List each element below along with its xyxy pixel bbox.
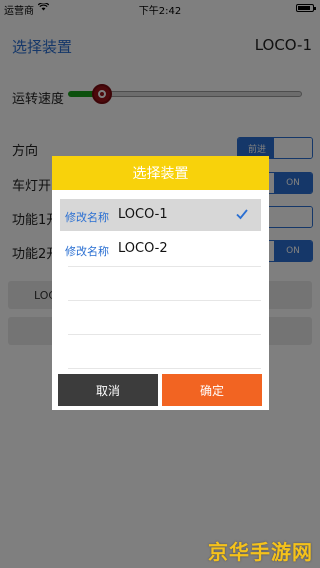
checkmark-icon <box>236 209 248 220</box>
device-list-item[interactable]: 修改名称 LOCO-2 <box>60 233 261 265</box>
rename-link[interactable]: 修改名称 <box>65 209 109 225</box>
device-name: LOCO-1 <box>118 207 168 222</box>
device-list-item[interactable]: 修改名称 LOCO-1 <box>60 199 261 231</box>
cancel-button[interactable]: 取消 <box>58 374 158 406</box>
device-name: LOCO-2 <box>118 241 168 256</box>
site-watermark: 京华手游网 <box>208 540 313 564</box>
list-divider <box>68 300 261 301</box>
list-divider <box>68 266 261 267</box>
rename-link[interactable]: 修改名称 <box>65 243 109 259</box>
list-divider <box>68 368 261 369</box>
select-device-dialog: 选择装置 修改名称 LOCO-1 修改名称 LOCO-2 取消 确定 <box>52 156 269 410</box>
confirm-button[interactable]: 确定 <box>162 374 262 406</box>
list-divider <box>68 334 261 335</box>
dialog-title: 选择装置 <box>52 156 269 190</box>
